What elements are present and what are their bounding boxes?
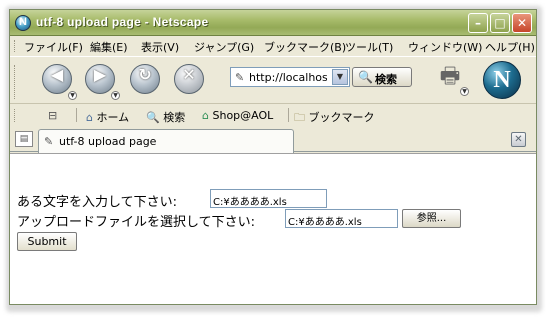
personal-toolbar: ⊟ ⌂ ホーム 🔍 検索 ⌂ Shop@AOL 🗀 ブックマーク bbox=[10, 105, 536, 125]
menu-file[interactable]: ファイル(F) bbox=[24, 39, 83, 55]
home-icon: ⌂ bbox=[86, 111, 93, 124]
shop-aol-label: Shop@AOL bbox=[212, 109, 274, 122]
browse-button[interactable]: 参照... bbox=[402, 209, 461, 228]
sidebar-toggle-icon[interactable]: ⊟ bbox=[48, 109, 57, 122]
text-input[interactable]: C:¥ああああ.xls bbox=[210, 189, 327, 208]
file-input-label: アップロードファイルを選択して下さい: bbox=[17, 215, 255, 230]
browser-window: utf-8 upload page - Netscape – □ ✕ ファイル(… bbox=[9, 9, 537, 305]
back-button[interactable]: ◀ bbox=[42, 64, 72, 94]
tab-label: utf-8 upload page bbox=[59, 135, 157, 148]
window-title: utf-8 upload page - Netscape bbox=[36, 15, 209, 29]
tab-utf8-upload-page[interactable]: ✎ utf-8 upload page bbox=[38, 129, 294, 153]
close-button[interactable]: ✕ bbox=[512, 13, 532, 33]
menu-tools[interactable]: ツール(T) bbox=[345, 39, 393, 55]
page-content: ある文字を入力して下さい: C:¥ああああ.xls アップロードファイルを選択し… bbox=[10, 153, 536, 304]
personal-search-icon: 🔍 bbox=[146, 111, 160, 124]
title-bar[interactable]: utf-8 upload page - Netscape – □ ✕ bbox=[10, 10, 536, 36]
menu-edit[interactable]: 編集(E) bbox=[90, 39, 128, 55]
menubar-grip[interactable] bbox=[14, 40, 17, 52]
netscape-throbber-logo[interactable]: N bbox=[483, 61, 521, 99]
close-tab-icon[interactable]: ✕ bbox=[511, 132, 526, 147]
forward-button[interactable]: ▶ bbox=[85, 64, 115, 94]
file-path-input[interactable]: C:¥ああああ.xls bbox=[285, 209, 398, 228]
navbar-grip[interactable] bbox=[14, 65, 17, 99]
menu-bookmarks[interactable]: ブックマーク(B) bbox=[264, 39, 346, 55]
bookmarks-label: ブックマーク bbox=[308, 111, 375, 124]
personal-search-label: 検索 bbox=[163, 111, 186, 124]
menu-help[interactable]: ヘルプ(H) bbox=[485, 39, 535, 55]
menu-bar: ファイル(F) 編集(E) 表示(V) ジャンプ(G) ブックマーク(B) ツー… bbox=[10, 37, 536, 55]
search-button[interactable]: 🔍 検索 bbox=[352, 67, 412, 87]
url-field[interactable]: ✎ http://localhost ▼ bbox=[230, 67, 350, 87]
forward-history-dropdown-icon[interactable]: ▼ bbox=[111, 91, 120, 100]
menu-go[interactable]: ジャンプ(G) bbox=[194, 39, 254, 55]
bookmark-folder-icon: 🗀 bbox=[294, 111, 305, 124]
minimize-button[interactable]: – bbox=[468, 13, 488, 33]
file-input-row: アップロードファイルを選択して下さい: C:¥ああああ.xls 参照... bbox=[17, 209, 536, 230]
navigation-toolbar: ◀ ▼ ▶ ▼ ↻ ✕ ✎ http://localhost ▼ 🔍 検索 🖶 … bbox=[10, 56, 536, 104]
tab-strip: ▤ ✎ utf-8 upload page ✕ bbox=[10, 127, 536, 153]
stop-button[interactable]: ✕ bbox=[174, 64, 204, 94]
text-input-row: ある文字を入力して下さい: C:¥ああああ.xls bbox=[17, 189, 536, 210]
toolbar-separator bbox=[76, 108, 77, 122]
url-dropdown-icon[interactable]: ▼ bbox=[332, 69, 348, 85]
page-proxy-icon: ✎ bbox=[235, 71, 245, 84]
netscape-app-icon[interactable] bbox=[15, 15, 31, 31]
new-tab-icon[interactable]: ▤ bbox=[15, 131, 33, 147]
toolbar-separator bbox=[288, 108, 289, 122]
reload-button[interactable]: ↻ bbox=[130, 64, 160, 94]
page-icon: ✎ bbox=[44, 135, 54, 148]
personal-search-button[interactable]: 🔍 検索 bbox=[146, 109, 185, 125]
text-input-label: ある文字を入力して下さい: bbox=[17, 195, 177, 210]
home-label: ホーム bbox=[96, 111, 130, 124]
menu-window[interactable]: ウィンドウ(W) bbox=[408, 39, 482, 55]
personal-toolbar-grip[interactable] bbox=[14, 109, 17, 122]
print-dropdown-icon[interactable]: ▼ bbox=[460, 87, 469, 96]
maximize-button[interactable]: □ bbox=[490, 13, 510, 33]
home-button[interactable]: ⌂ ホーム bbox=[86, 109, 129, 125]
magnifier-icon: 🔍 bbox=[358, 70, 373, 84]
submit-button[interactable]: Submit bbox=[17, 232, 77, 251]
shop-icon: ⌂ bbox=[202, 109, 209, 122]
search-button-label: 検索 bbox=[375, 73, 397, 86]
menu-view[interactable]: 表示(V) bbox=[141, 39, 179, 55]
shop-aol-button[interactable]: ⌂ Shop@AOL bbox=[202, 109, 273, 122]
back-history-dropdown-icon[interactable]: ▼ bbox=[68, 91, 77, 100]
url-text[interactable]: http://localhost bbox=[249, 71, 327, 84]
bookmarks-button[interactable]: 🗀 ブックマーク bbox=[294, 109, 375, 128]
